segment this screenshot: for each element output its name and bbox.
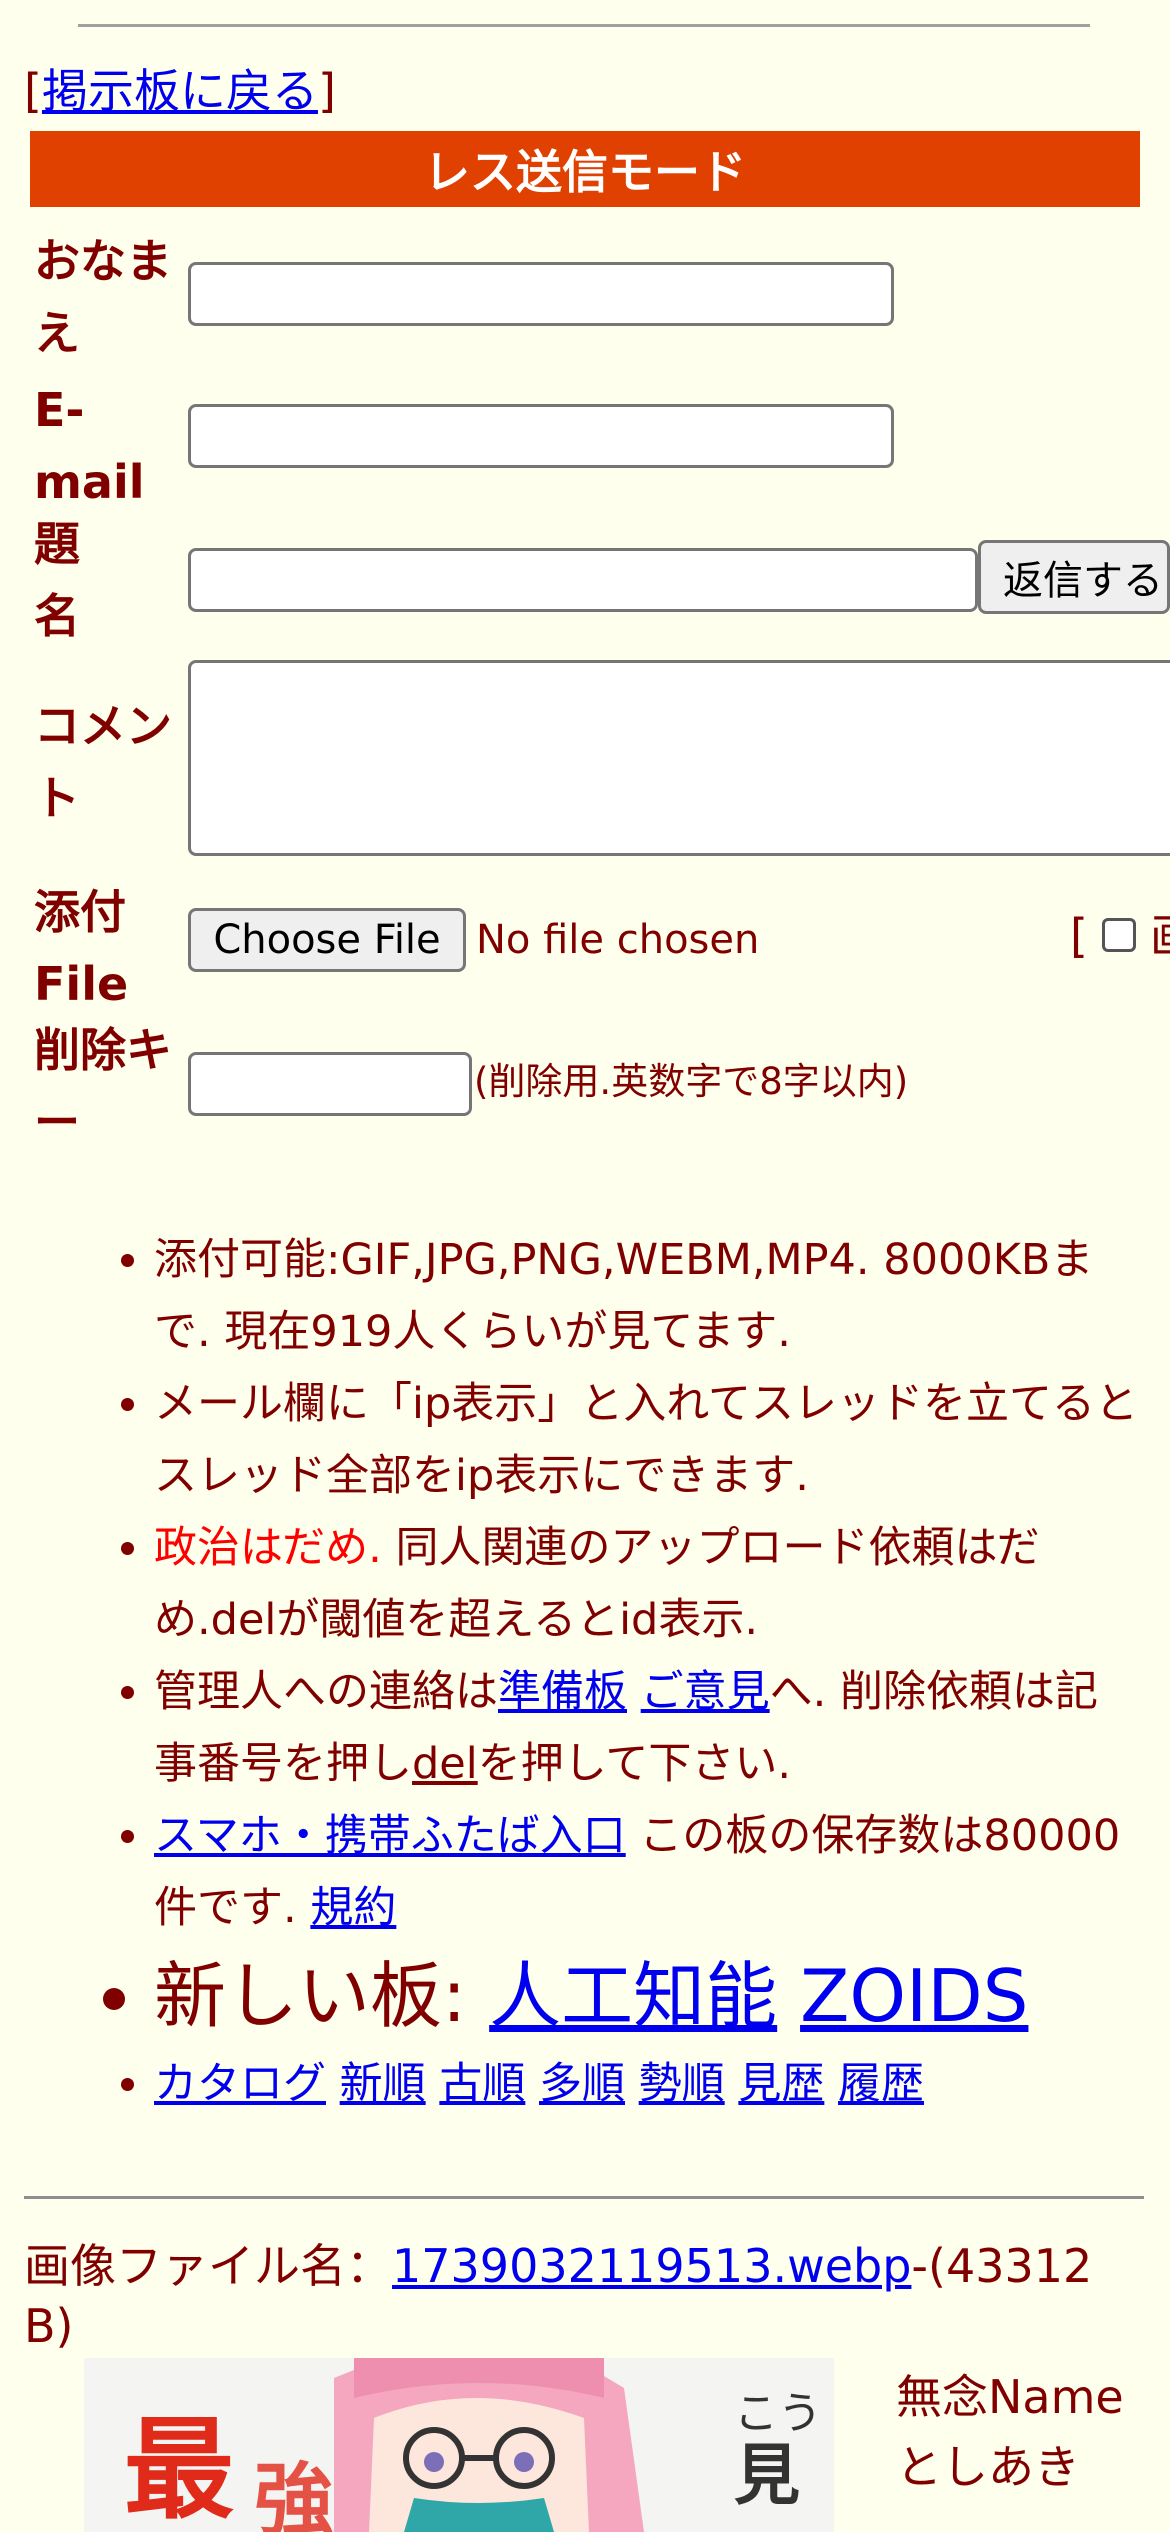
rule-politics: 政治はだめ. 同人関連のアップロード依頼はだめ.delが閾値を超えるとid表示.	[154, 1512, 1140, 1656]
rule-attachments: 添付可能:GIF,JPG,PNG,WEBM,MP4. 8000KBまで. 現在9…	[154, 1224, 1140, 1368]
sort-momentum-link[interactable]: 勢順	[639, 2059, 725, 2109]
poster-name-label: 無念Name	[896, 2370, 1124, 2424]
sort-new-link[interactable]: 新順	[340, 2059, 426, 2109]
email-label-line1: E-	[34, 383, 85, 437]
comment-label-line2: ト	[34, 771, 80, 825]
rule-ip-display: メール欄に「ip表示」と入れてスレッドを立てるとスレッド全部をip表示にできます…	[154, 1368, 1140, 1512]
comment-textarea[interactable]	[188, 660, 1170, 856]
name-label-line1: おなま	[34, 234, 172, 288]
feedback-link[interactable]: ご意見	[641, 1667, 770, 1717]
post-thumbnail-image[interactable]: 最 強 こう 見	[84, 2358, 834, 2532]
delete-key-label: 削除キ ー	[34, 1014, 172, 1158]
new-boards: 新しい板: 人工知能 ZOIDS	[154, 1944, 1140, 2048]
file-label-line1: 添付	[34, 885, 126, 939]
email-input[interactable]	[188, 404, 894, 468]
board-rules-list: 添付可能:GIF,JPG,PNG,WEBM,MP4. 8000KBまで. 現在9…	[0, 1224, 1140, 2120]
sort-old-link[interactable]: 古順	[439, 2059, 525, 2109]
subject-label-line2: 名	[34, 589, 80, 643]
svg-text:強: 強	[254, 2454, 334, 2532]
image-file-link[interactable]: 1739032119513.webp	[392, 2239, 911, 2293]
catalog-link[interactable]: カタログ	[154, 2059, 326, 2109]
name-label: おなま え	[34, 225, 172, 369]
thumbnail-illustration: 最 強 こう 見	[84, 2358, 834, 2532]
bracket-open: [	[24, 64, 42, 118]
terms-link[interactable]: 規約	[310, 1883, 396, 1933]
bracket-close: ]	[317, 64, 336, 118]
image-check-label: 画	[1150, 904, 1170, 968]
image-check-bracket: [	[1070, 909, 1088, 963]
email-label: E- mail	[34, 374, 145, 518]
back-nav: [掲示板に戻る]	[24, 60, 336, 122]
rule-contact: 管理人への連絡は準備板 ご意見へ. 削除依頼は記事番号を押しdelを押して下さい…	[154, 1656, 1140, 1800]
poster-name: としあき	[896, 2440, 1080, 2494]
politics-warning: 政治はだめ.	[154, 1523, 382, 1573]
comment-label: コメン ト	[34, 690, 172, 834]
name-input[interactable]	[188, 262, 894, 326]
comment-label-line1: コメン	[34, 699, 172, 753]
del-link[interactable]: del	[412, 1739, 478, 1789]
top-divider	[78, 24, 1090, 27]
subject-label-line1: 題	[34, 517, 80, 571]
reply-submit-button[interactable]: 返信する	[978, 540, 1170, 614]
image-only-checkbox[interactable]	[1102, 918, 1136, 952]
history-link[interactable]: 履歴	[838, 2059, 924, 2109]
poster-info: 無念Name としあき	[896, 2362, 1124, 2502]
sort-many-link[interactable]: 多順	[539, 2059, 625, 2109]
mobile-entry-link[interactable]: スマホ・携帯ふたば入口	[154, 1811, 626, 1861]
viewed-history-link[interactable]: 見歴	[738, 2059, 824, 2109]
new-boards-label: 新しい板:	[154, 1954, 490, 2038]
contact-text-c: を押して下さい.	[477, 1739, 792, 1789]
svg-text:こう: こう	[734, 2388, 822, 2439]
svg-text:見: 見	[734, 2437, 800, 2514]
subject-label: 題 名	[34, 508, 80, 652]
section-divider	[24, 2196, 1144, 2199]
delete-key-input[interactable]	[188, 1052, 472, 1116]
back-to-board-link[interactable]: 掲示板に戻る	[42, 64, 318, 118]
contact-text-a: 管理人への連絡は	[154, 1667, 498, 1717]
subject-input[interactable]	[188, 548, 978, 612]
image-file-prefix: 画像ファイル名：	[24, 2239, 392, 2293]
delete-key-note: (削除用.英数字で8字以内)	[474, 1060, 909, 1103]
file-label-line2: File	[34, 957, 129, 1011]
delete-key-label-line2: ー	[34, 1095, 80, 1149]
choose-file-button[interactable]: Choose File	[188, 908, 466, 972]
file-label: 添付 File	[34, 876, 128, 1020]
reply-mode-header: レス送信モード	[30, 131, 1140, 207]
zoids-board-link[interactable]: ZOIDS	[800, 1954, 1028, 2038]
name-label-line2: え	[34, 306, 80, 360]
rule-mobile: スマホ・携帯ふたば入口 この板の保存数は80000件です. 規約	[154, 1800, 1140, 1944]
svg-text:最: 最	[124, 2406, 234, 2532]
prep-board-link[interactable]: 準備板	[498, 1667, 627, 1717]
image-file-info: 画像ファイル名：1739032119513.webp-(43312 B)	[24, 2236, 1154, 2356]
no-file-status: No file chosen	[476, 917, 760, 963]
delete-key-label-line1: 削除キ	[34, 1023, 172, 1077]
sort-links: カタログ 新順 古順 多順 勢順 見歴 履歴	[154, 2048, 1140, 2120]
ai-board-link[interactable]: 人工知能	[489, 1954, 777, 2038]
